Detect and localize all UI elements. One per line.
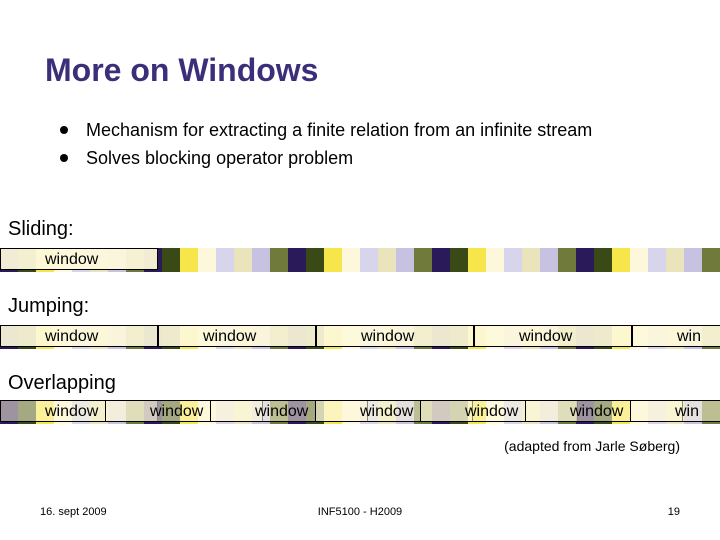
stream-cell [522,248,540,272]
window-label: window [203,328,256,346]
stream-cell [162,248,180,272]
bullet-item: Mechanism for extracting a finite relati… [60,118,620,142]
stream-cell [198,248,216,272]
window-label: window [360,403,413,421]
window-label: window [150,403,203,421]
stream-cell [252,248,270,272]
stream-cell [558,248,576,272]
stream-cell [468,248,486,272]
bullet-icon [60,126,68,134]
stream-cell [576,248,594,272]
stream-cell [306,248,324,272]
slide: More on Windows Mechanism for extracting… [0,0,720,540]
stream-cell [486,248,504,272]
window-box: window [0,325,158,347]
window-label: window [255,403,308,421]
window-box: window [158,325,316,347]
stream-cell [450,248,468,272]
bullet-item: Solves blocking operator problem [60,146,620,170]
stream-cell [684,248,702,272]
window-box: window [474,325,632,347]
footer: 16. sept 2009 INF5100 - H2009 19 [0,506,720,526]
stream-cell [378,248,396,272]
window-label: window [45,251,98,269]
window-label: win [675,403,699,421]
section-heading-overlapping: Overlapping [8,372,116,395]
overlapping-band: window window window window window window win [0,400,720,424]
bullet-text: Solves blocking operator problem [86,146,353,170]
window-label: window [361,328,414,346]
stream-cell [342,248,360,272]
stream-cell [414,248,432,272]
window-box: window [0,248,158,270]
stream-cell [594,248,612,272]
window-label: win [677,328,701,346]
section-heading-jumping: Jumping: [8,295,89,318]
stream-cell [396,248,414,272]
window-label: window [519,328,572,346]
stream-cell [540,248,558,272]
stream-cell [612,248,630,272]
attribution-text: (adapted from Jarle Søberg) [504,438,680,454]
bullet-text: Mechanism for extracting a finite relati… [86,118,592,142]
window-label: window [570,403,623,421]
slide-title: More on Windows [45,52,318,89]
footer-course: INF5100 - H2009 [0,506,720,518]
stream-cell [630,248,648,272]
stream-cell [234,248,252,272]
stream-cell [432,248,450,272]
stream-cell [288,248,306,272]
window-label: window [465,403,518,421]
window-box: win [630,400,720,422]
section-heading-sliding: Sliding: [8,218,74,241]
sliding-band: window [0,248,720,272]
stream-cell [324,248,342,272]
window-label: window [45,403,98,421]
stream-cell [360,248,378,272]
footer-page-number: 19 [668,506,680,518]
stream-cell [216,248,234,272]
stream-cell [648,248,666,272]
window-box: win [632,325,720,347]
stream-cell [180,248,198,272]
bullet-list: Mechanism for extracting a finite relati… [60,118,620,175]
stream-cell [702,248,720,272]
stream-cell [666,248,684,272]
bullet-icon [60,154,68,162]
stream-cell [270,248,288,272]
window-label: window [45,328,98,346]
jumping-band: window window window window win [0,325,720,349]
stream-cell [504,248,522,272]
window-box: window [316,325,474,347]
